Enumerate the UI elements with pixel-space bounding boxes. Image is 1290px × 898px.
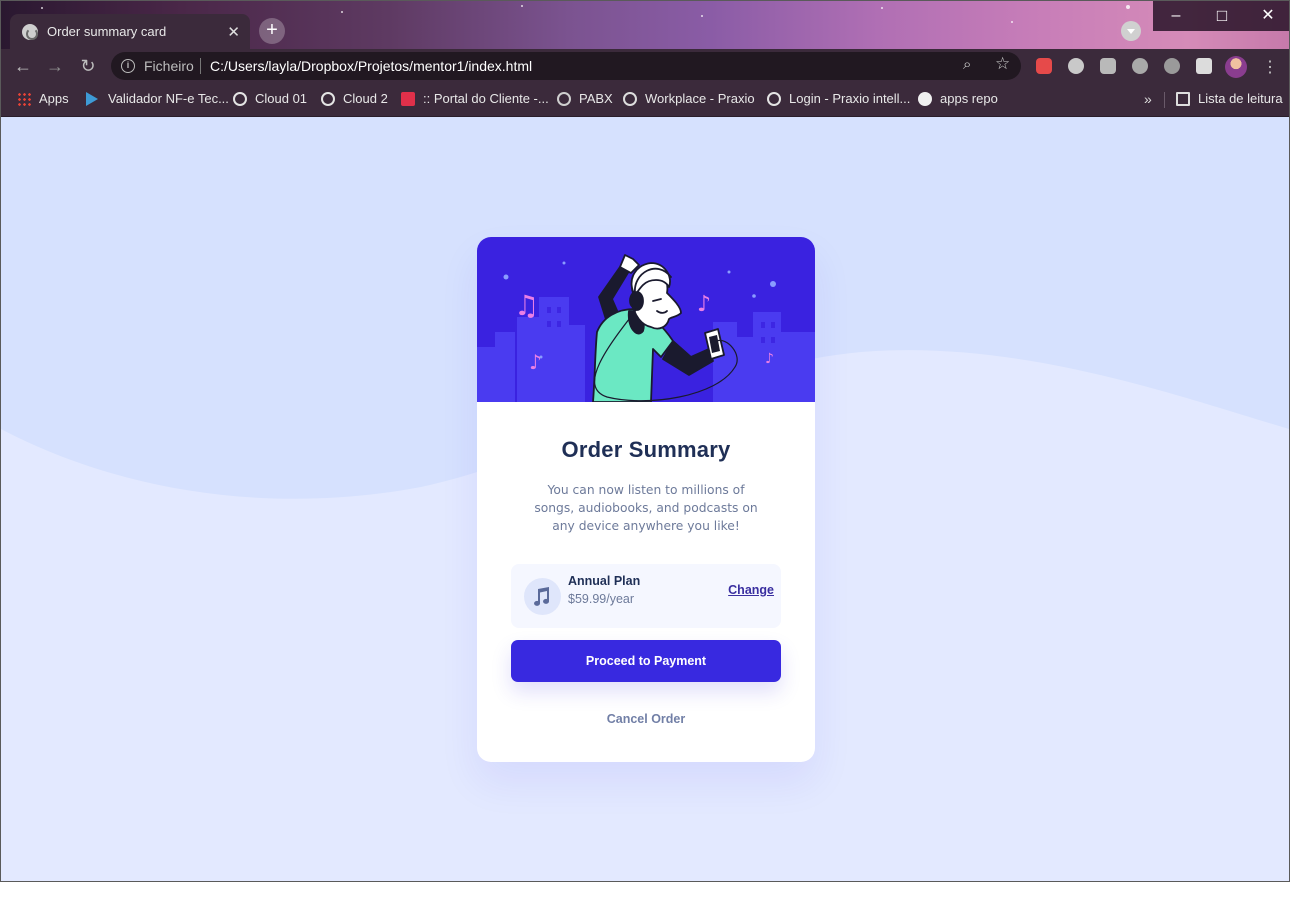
card-description: You can now listen to millions of songs,…	[534, 483, 758, 533]
profile-avatar[interactable]	[1225, 56, 1247, 78]
bookmark-workplace[interactable]: Workplace - Praxio	[623, 91, 755, 106]
extension-o2-icon[interactable]	[1164, 58, 1180, 74]
bookmark-label: Workplace - Praxio	[645, 91, 755, 106]
bookmark-validador[interactable]: Validador NF-e Tec...	[86, 91, 229, 106]
bookmark-label: PABX	[579, 91, 613, 106]
bookmark-label: Cloud 01	[255, 91, 308, 106]
tab-favicon-icon	[22, 23, 38, 40]
proceed-to-payment-button[interactable]: Proceed to Payment	[511, 640, 781, 682]
back-arrow-icon[interactable]: ←	[11, 54, 35, 78]
bookmark-apps[interactable]: Apps	[17, 91, 69, 106]
plan-name: Annual Plan	[568, 574, 641, 588]
bookmark-label: Validador NF-e Tec...	[108, 91, 229, 106]
svg-text:♪: ♪	[697, 292, 711, 317]
order-summary-card: ♫ ♪ ♪ ♪ Order Summary You can now listen…	[477, 237, 815, 762]
pdf-icon	[401, 91, 415, 106]
tab-title: Order summary card	[47, 24, 167, 39]
browser-window: Order summary card ✕ + – □ ✕ ← → ↻ i Fic…	[0, 0, 1290, 882]
reload-icon[interactable]: ↻	[76, 54, 100, 78]
reading-list-label: Lista de leitura	[1198, 91, 1283, 106]
reading-list-icon	[1176, 91, 1190, 106]
globe-icon	[233, 91, 247, 106]
extensions-puzzle-icon[interactable]	[1196, 58, 1212, 74]
cancel-order-button[interactable]: Cancel Order	[477, 712, 815, 726]
browser-menu-icon[interactable]: ⋮	[1262, 57, 1278, 77]
page-viewport: ♫ ♪ ♪ ♪ Order Summary You can now listen…	[1, 117, 1289, 881]
workplace-icon	[623, 91, 637, 106]
arrow-icon	[86, 91, 98, 106]
bookmark-portal-cliente[interactable]: :: Portal do Cliente -...	[401, 91, 549, 106]
reading-list-button[interactable]: Lista de leitura	[1176, 91, 1283, 106]
svg-text:♪: ♪	[765, 351, 774, 367]
site-info-icon[interactable]: i	[121, 59, 135, 73]
pabx-icon	[557, 91, 571, 106]
globe-icon	[321, 91, 335, 106]
bookmark-cloud-2[interactable]: Cloud 2	[321, 91, 388, 106]
close-window-button[interactable]: ✕	[1245, 1, 1289, 31]
bookmark-label: :: Portal do Cliente -...	[423, 91, 549, 106]
plan-price: $59.99/year	[568, 592, 635, 606]
browser-tab[interactable]: Order summary card ✕	[10, 14, 250, 49]
bookmark-label: Cloud 2	[343, 91, 388, 106]
minimize-button[interactable]: –	[1153, 1, 1199, 31]
hero-illustration: ♫ ♪ ♪ ♪	[477, 237, 815, 402]
bookmark-apps-repo[interactable]: apps repo	[918, 91, 998, 106]
plan-box: Annual Plan $59.99/year Change	[511, 564, 781, 628]
title-bar: Order summary card ✕ + – □ ✕	[1, 1, 1289, 49]
bookmark-login-praxio[interactable]: Login - Praxio intell...	[767, 91, 910, 106]
maximize-button[interactable]: □	[1199, 1, 1245, 31]
extension-folder-icon[interactable]	[1100, 58, 1116, 74]
more-bookmarks-icon[interactable]: »	[1144, 91, 1152, 107]
address-url[interactable]: C:/Users/layla/Dropbox/Projetos/mentor1/…	[210, 58, 532, 74]
tab-search-icon[interactable]	[1121, 21, 1141, 41]
extension-vue-icon[interactable]	[1068, 58, 1084, 74]
bookmarks-bar: Apps Validador NF-e Tec... Cloud 01 Clou…	[1, 83, 1289, 117]
zoom-icon[interactable]: ⌕	[963, 56, 971, 73]
card-title: Order Summary	[561, 437, 731, 462]
extension-globe-icon[interactable]	[1132, 58, 1148, 74]
bookmark-star-icon[interactable]: ☆	[995, 54, 1010, 74]
svg-text:♫: ♫	[514, 289, 539, 322]
github-icon	[918, 91, 932, 106]
svg-text:♪: ♪	[529, 350, 542, 374]
bookmark-label: Apps	[39, 91, 69, 106]
address-scheme-label: Ficheiro	[144, 58, 194, 74]
music-note-icon	[524, 578, 561, 615]
apps-grid-icon	[17, 91, 31, 106]
bookmark-pabx[interactable]: PABX	[557, 91, 613, 106]
bookmark-label: Login - Praxio intell...	[789, 91, 911, 106]
extension-m-icon[interactable]	[1036, 58, 1052, 74]
bookmarks-divider	[1164, 92, 1165, 108]
globe-icon	[767, 91, 781, 106]
change-plan-link[interactable]: Change	[728, 583, 774, 597]
address-divider	[200, 58, 201, 74]
bookmark-cloud-01[interactable]: Cloud 01	[233, 91, 307, 106]
forward-arrow-icon[interactable]: →	[43, 54, 67, 78]
bookmark-label: apps repo	[940, 91, 998, 106]
tab-close-icon[interactable]: ✕	[227, 23, 240, 41]
address-bar[interactable]: i Ficheiro C:/Users/layla/Dropbox/Projet…	[111, 52, 1021, 80]
new-tab-button[interactable]: +	[259, 18, 285, 44]
browser-toolbar: ← → ↻ i Ficheiro C:/Users/layla/Dropbox/…	[1, 49, 1289, 83]
